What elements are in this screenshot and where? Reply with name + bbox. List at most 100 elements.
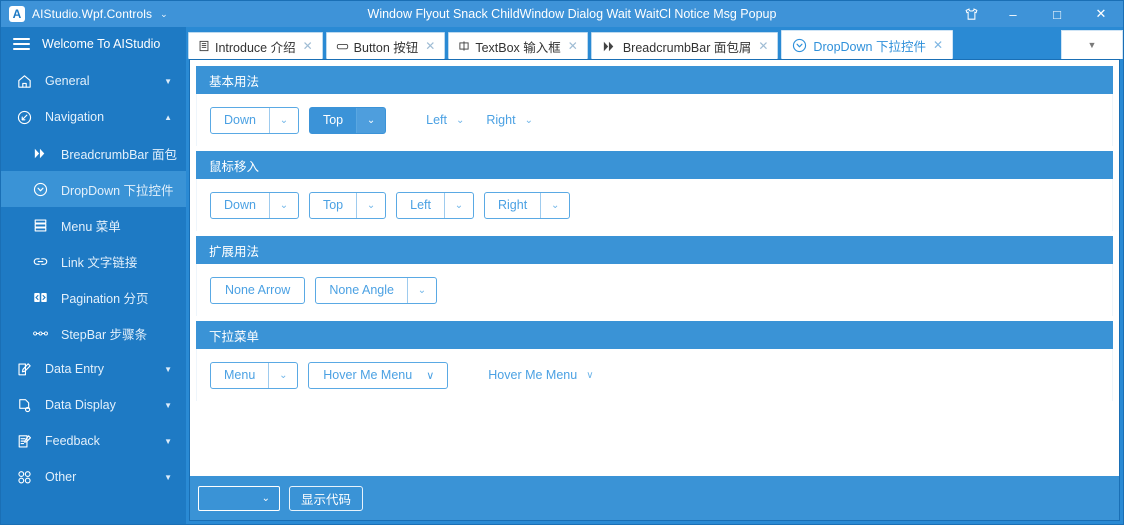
sidebar-header[interactable]: Welcome To AIStudio xyxy=(1,27,186,61)
section: 扩展用法 None Arrow None Angle ⌄ xyxy=(196,236,1113,316)
chevron-down-icon[interactable]: ▼ xyxy=(164,77,172,86)
tab-breadcrumbbar[interactable]: BreadcrumbBar 面包屑 ✕ xyxy=(590,32,779,59)
dropdown-button-right[interactable]: Right ⌄ xyxy=(483,191,571,219)
tab-overflow-chevron-down-icon[interactable]: ▼ xyxy=(1061,30,1123,59)
title-bar-left: A AIStudio.Wpf.Controls ⌄ xyxy=(1,6,191,22)
sidebar-item-stepbar[interactable]: StepBar 步骤条 xyxy=(1,315,186,351)
sidebar-item-other[interactable]: Other ▼ xyxy=(1,459,186,495)
chevron-down-icon[interactable]: ▼ xyxy=(164,365,172,374)
chevron-down-icon: ∨ xyxy=(426,369,435,382)
dropdown-button-label: Top xyxy=(322,198,344,212)
dropdown-button-label: Left xyxy=(426,113,447,127)
chevron-down-icon: ⌄ xyxy=(268,192,298,218)
dropdown-button-left[interactable]: Left ⌄ xyxy=(396,191,474,219)
chevron-down-icon: ⌄ xyxy=(261,492,270,504)
sidebar-item-label: DropDown 下拉控件 xyxy=(61,183,174,198)
sidebar-item-data[interactable]: Data Display ▼ xyxy=(1,387,186,423)
tab-close-icon[interactable]: ✕ xyxy=(758,39,768,53)
tab-strip: Introduce 介绍 ✕ Button 按钮 ✕ TextBox 输入框 ✕ Bread… xyxy=(186,27,1123,59)
section: 基本用法 Down ⌄ Top ⌄ Left ⌄ Right ⌄ xyxy=(196,66,1113,146)
theme-select[interactable]: ⌄ xyxy=(198,485,280,511)
dropdown-button-label: Right xyxy=(486,113,516,127)
chevron-down-icon: ⌄ xyxy=(356,192,385,218)
sidebar-header-label: Welcome To AIStudio xyxy=(42,37,161,51)
tab-label: Introduce 介绍 xyxy=(215,40,296,55)
sidebar-item-label: Navigation xyxy=(45,110,105,124)
maximize-button[interactable]: □ xyxy=(1035,1,1079,27)
section-body: Menu ⌄ Hover Me Menu ∨ Hover Me Menu ∨ xyxy=(196,349,1113,401)
tshirt-icon[interactable] xyxy=(951,1,991,27)
dropdown-button-label: None Arrow xyxy=(225,283,291,297)
sidebar-item-data[interactable]: Data Entry ▼ xyxy=(1,351,186,387)
minimize-button[interactable]: – xyxy=(991,1,1035,27)
navigation-icon xyxy=(15,108,34,127)
dropdown-button-menu[interactable]: Menu ⌄ xyxy=(210,361,299,389)
dropdown-icon xyxy=(31,180,50,199)
window-controls: – □ ✕ xyxy=(951,1,1123,27)
stepbar-icon xyxy=(31,324,50,343)
chevron-down-icon[interactable]: ▼ xyxy=(164,437,172,446)
hamburger-icon[interactable] xyxy=(13,38,30,50)
tab-button[interactable]: Button 按钮 ✕ xyxy=(325,32,446,59)
sidebar-item-dropdown[interactable]: DropDown 下拉控件 xyxy=(1,171,186,207)
pagination-icon xyxy=(31,288,50,307)
sidebar-item-label: Link 文字链接 xyxy=(61,255,138,270)
app-menu-chevron-down-icon[interactable]: ⌄ xyxy=(160,9,168,20)
data-display-icon xyxy=(15,396,34,415)
home-icon xyxy=(15,72,34,91)
section-header: 基本用法 xyxy=(196,66,1113,94)
sidebar-item-navigation[interactable]: Navigation ▲ xyxy=(1,99,186,135)
menu-icon xyxy=(31,216,50,235)
dropdown-button-down[interactable]: Down ⌄ xyxy=(210,191,299,219)
tab-introduce[interactable]: Introduce 介绍 ✕ xyxy=(188,32,323,59)
section-title: 鼠标移入 xyxy=(209,159,260,174)
chevron-down-icon: ⌄ xyxy=(540,192,569,218)
sidebar-item-label: Menu 菜单 xyxy=(61,219,121,234)
dropdown-button-down[interactable]: Down ⌄ xyxy=(210,106,299,134)
sections-container: 基本用法 Down ⌄ Top ⌄ Left ⌄ Right ⌄ 鼠标移入 Down ⌄ Top ⌄ Lef… xyxy=(190,60,1119,476)
tab-textbox[interactable]: TextBox 输入框 ✕ xyxy=(448,32,588,59)
sidebar-item-feedback[interactable]: Feedback ▼ xyxy=(1,423,186,459)
tab-close-icon[interactable]: ✕ xyxy=(425,39,435,53)
dropdown-button-none-arrow[interactable]: None Arrow xyxy=(210,276,306,304)
dropdown-button-top[interactable]: Top ⌄ xyxy=(308,106,387,134)
dropdown-button-top[interactable]: Top ⌄ xyxy=(308,191,387,219)
sidebar-item-pagination[interactable]: Pagination 分页 xyxy=(1,279,186,315)
tab-dropdown[interactable]: DropDown 下拉控件 ✕ xyxy=(781,30,954,59)
show-code-button[interactable]: 显示代码 xyxy=(289,485,364,511)
chevron-up-icon[interactable]: ▲ xyxy=(164,113,172,122)
data-entry-icon xyxy=(15,360,34,379)
sidebar-item-label: StepBar 步骤条 xyxy=(61,327,148,342)
chevron-down-icon[interactable]: ▼ xyxy=(164,473,172,482)
close-button[interactable]: ✕ xyxy=(1079,1,1123,27)
section-header: 鼠标移入 xyxy=(196,151,1113,179)
sidebar-item-menu[interactable]: Menu 菜单 xyxy=(1,207,186,243)
sidebar-item-link[interactable]: Link 文字链接 xyxy=(1,243,186,279)
sidebar-nav-list: General ▼ Navigation ▲ BreadcrumbBar 面包 DropD… xyxy=(1,61,186,524)
feedback-icon xyxy=(15,432,34,451)
section-title: 下拉菜单 xyxy=(209,329,260,344)
dropdown-button-label: Hover Me Menu xyxy=(488,368,578,382)
chevron-down-icon[interactable]: ▼ xyxy=(164,401,172,410)
tab-close-icon[interactable]: ✕ xyxy=(933,38,943,52)
section-title: 扩展用法 xyxy=(209,244,260,259)
tab-close-icon[interactable]: ✕ xyxy=(568,39,578,53)
sidebar-item-general[interactable]: General ▼ xyxy=(1,63,186,99)
dropdown-button-left[interactable]: Left ⌄ xyxy=(420,107,470,134)
sidebar-item-label: Data Display xyxy=(45,398,116,412)
sidebar-item-label: Pagination 分页 xyxy=(61,291,149,306)
tab-label: DropDown 下拉控件 xyxy=(813,39,926,54)
dropdown-button-label: Menu xyxy=(224,368,256,382)
dropdown-button-right[interactable]: Right ⌄ xyxy=(480,107,539,134)
workspace: Introduce 介绍 ✕ Button 按钮 ✕ TextBox 输入框 ✕ Bread… xyxy=(186,27,1123,524)
dropdown-button-hover-me-menu[interactable]: Hover Me Menu ∨ xyxy=(482,362,599,389)
dropdown-button-hover-me-menu[interactable]: Hover Me Menu ∨ xyxy=(308,361,449,389)
sidebar-item-label: Other xyxy=(45,470,77,484)
tab-close-icon[interactable]: ✕ xyxy=(303,39,313,53)
chevron-down-icon: ⌄ xyxy=(406,277,436,303)
content-panel: 基本用法 Down ⌄ Top ⌄ Left ⌄ Right ⌄ 鼠标移入 Down ⌄ Top ⌄ Lef… xyxy=(189,59,1120,521)
sidebar-item-breadcrumbbar[interactable]: BreadcrumbBar 面包 xyxy=(1,135,186,171)
main-body: Welcome To AIStudio General ▼ Navigation ▲ B… xyxy=(1,27,1123,524)
section-body: Down ⌄ Top ⌄ Left ⌄ Right ⌄ xyxy=(196,179,1113,231)
dropdown-button-none-angle[interactable]: None Angle ⌄ xyxy=(315,276,437,304)
